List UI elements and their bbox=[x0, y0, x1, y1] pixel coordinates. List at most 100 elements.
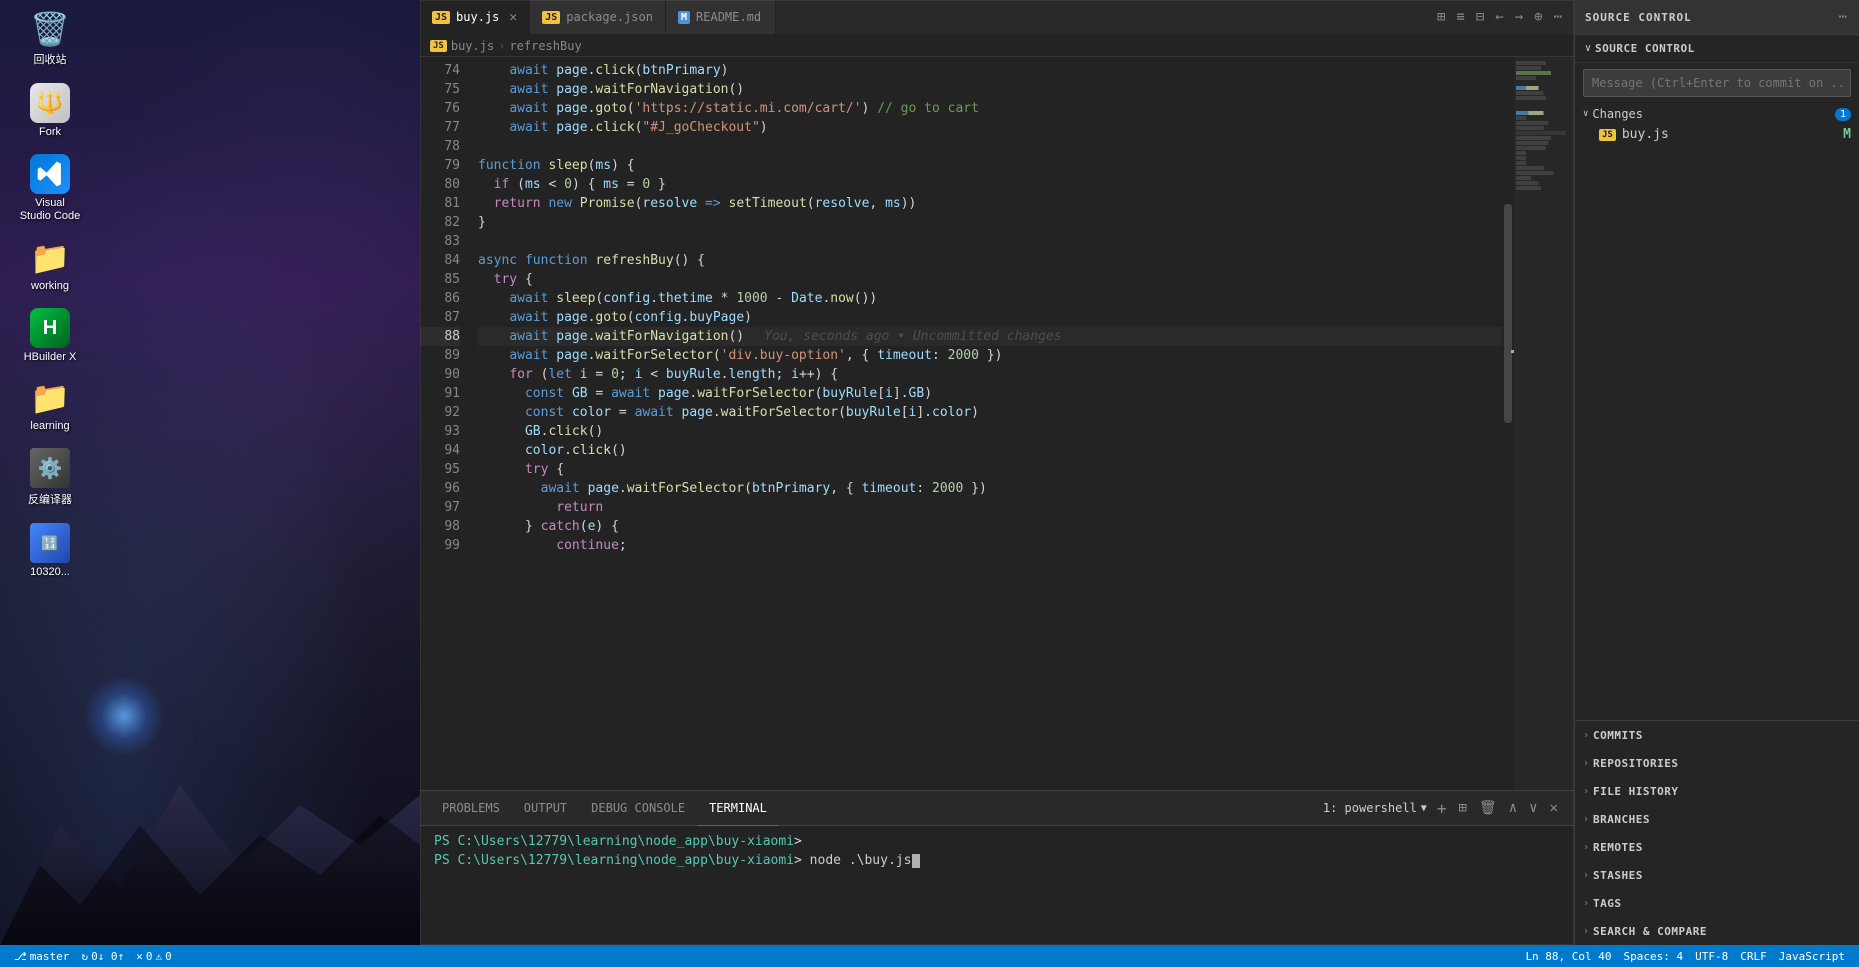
terminal-split-btn[interactable]: ⊞ bbox=[1452, 798, 1472, 818]
sc-message-input[interactable] bbox=[1584, 70, 1850, 96]
sc-section-tags[interactable]: › TAGS bbox=[1575, 889, 1859, 917]
tab-readme-md[interactable]: M README.md bbox=[666, 0, 776, 34]
sc-section-branches[interactable]: › BRANCHES bbox=[1575, 805, 1859, 833]
desktop-icon-label: 回收站 bbox=[34, 51, 67, 67]
status-line-ending[interactable]: CRLF bbox=[1734, 945, 1773, 967]
code-line-81: return new Promise(resolve => setTimeout… bbox=[478, 194, 1502, 213]
sc-changes-title: Changes bbox=[1592, 107, 1831, 121]
desktop-icon-number-label: 10320... bbox=[30, 566, 70, 578]
status-branch[interactable]: ⎇ master bbox=[8, 945, 75, 967]
sc-changes-header[interactable]: ∨ Changes 1 bbox=[1575, 103, 1859, 125]
collapse-icon[interactable]: ⊟ bbox=[1472, 7, 1488, 27]
desktop-icon-number[interactable]: 🔢 10320... bbox=[15, 523, 85, 578]
terminal-trash-btn[interactable]: 🗑 bbox=[1473, 798, 1503, 818]
desktop-icon-hbuilder-label: HBuilder X bbox=[24, 351, 77, 363]
open-changes-icon[interactable]: ⊕ bbox=[1530, 7, 1546, 27]
terminal-tab-bar: PROBLEMS OUTPUT DEBUG CONSOLE TERMINAL 1… bbox=[420, 791, 1574, 826]
tab-readme-md-icon: M bbox=[678, 11, 690, 24]
sc-section-remotes[interactable]: › REMOTES bbox=[1575, 833, 1859, 861]
source-control-panel: SOURCE CONTROL ⋯ ∨ SOURCE CONTROL ∨ Chan… bbox=[1574, 0, 1859, 945]
sc-filehistory-chevron: › bbox=[1583, 786, 1589, 797]
desktop-icon-learning[interactable]: 📁 learning bbox=[15, 379, 85, 432]
sc-message-box bbox=[1583, 69, 1851, 97]
terminal-session-selector[interactable]: 1: powershell ▼ bbox=[1323, 801, 1427, 815]
code-line-97: return bbox=[478, 498, 1502, 517]
code-line-85: try { bbox=[478, 270, 1502, 289]
terminal-maximize-btn[interactable]: ∨ bbox=[1523, 798, 1543, 818]
sc-subheader: ∨ SOURCE CONTROL bbox=[1575, 35, 1859, 63]
sc-repos-chevron: › bbox=[1583, 758, 1589, 769]
sc-section-commits[interactable]: › COMMITS bbox=[1575, 721, 1859, 749]
more-actions-icon[interactable]: ⋯ bbox=[1550, 7, 1566, 27]
git-branch-icon: ⎇ bbox=[14, 950, 27, 963]
code-line-92: const color = await page.waitForSelector… bbox=[478, 403, 1502, 422]
editor-scrollbar[interactable] bbox=[1502, 57, 1514, 790]
sc-branches-chevron: › bbox=[1583, 814, 1589, 825]
terminal-line-2: PS C:\Users\12779\learning\node_app\buy-… bbox=[434, 851, 1560, 870]
code-line-74: await page.click(btnPrimary) bbox=[478, 61, 1502, 80]
code-line-83 bbox=[478, 232, 1502, 251]
terminal-area: PROBLEMS OUTPUT DEBUG CONSOLE TERMINAL 1… bbox=[420, 790, 1574, 945]
sc-file-icon: JS bbox=[1599, 129, 1616, 141]
sc-tags-title: TAGS bbox=[1593, 897, 1622, 910]
warning-icon: ⚠ bbox=[155, 950, 162, 963]
sc-file-name: buy.js bbox=[1622, 127, 1837, 142]
sc-more-icon[interactable]: ⋯ bbox=[1837, 7, 1849, 27]
terminal-tab-problems[interactable]: PROBLEMS bbox=[430, 791, 512, 826]
tab-package-json[interactable]: JS package.json bbox=[530, 0, 666, 34]
code-line-96: await page.waitForSelector(btnPrimary, {… bbox=[478, 479, 1502, 498]
sc-section-stashes[interactable]: › STASHES bbox=[1575, 861, 1859, 889]
code-line-93: GB.click() bbox=[478, 422, 1502, 441]
code-line-91: const GB = await page.waitForSelector(bu… bbox=[478, 384, 1502, 403]
code-line-75: await page.waitForNavigation() bbox=[478, 80, 1502, 99]
terminal-close-btn[interactable]: ✕ bbox=[1544, 798, 1564, 818]
status-encoding[interactable]: UTF-8 bbox=[1689, 945, 1734, 967]
code-editor[interactable]: await page.click(btnPrimary) await page.… bbox=[470, 57, 1502, 790]
status-language[interactable]: JavaScript bbox=[1773, 945, 1851, 967]
sc-searchcompare-chevron: › bbox=[1583, 926, 1589, 937]
sc-commits-title: COMMITS bbox=[1593, 729, 1643, 742]
terminal-add-btn[interactable]: + bbox=[1431, 797, 1453, 820]
desktop-icon-vscode-label: VisualStudio Code bbox=[20, 197, 81, 223]
status-position[interactable]: Ln 88, Col 40 bbox=[1519, 945, 1617, 967]
tab-buy-js-close[interactable]: ✕ bbox=[509, 10, 517, 25]
sc-section-search-compare[interactable]: › SEARCH & COMPARE bbox=[1575, 917, 1859, 945]
navigate-forward-icon[interactable]: → bbox=[1511, 7, 1527, 27]
breadcrumb-toggle-icon[interactable]: ≡ bbox=[1452, 7, 1468, 27]
desktop-icon-recycle[interactable]: 🗑️ 回收站 bbox=[15, 10, 85, 67]
tab-buy-js[interactable]: JS buy.js ✕ bbox=[420, 0, 530, 34]
sc-repos-title: REPOSITORIES bbox=[1593, 757, 1678, 770]
sc-file-item-buy-js[interactable]: JS buy.js M bbox=[1575, 125, 1859, 144]
desktop-icons-container: 🗑️ 回收站 🔱 Fork VisualStudio Code 📁 workin… bbox=[0, 0, 420, 588]
line-numbers: 7475767778 7980818283 84858687 88 899091… bbox=[420, 57, 470, 790]
sc-searchcompare-title: SEARCH & COMPARE bbox=[1593, 925, 1707, 938]
desktop-icon-hbuilder[interactable]: H HBuilder X bbox=[15, 308, 85, 363]
editor-toolbar-right: ⊞ ≡ ⊟ ← → ⊕ ⋯ bbox=[1433, 0, 1574, 34]
desktop-icon-working[interactable]: 📁 working bbox=[15, 239, 85, 292]
desktop-icon-fork-label: Fork bbox=[39, 126, 61, 138]
tab-package-json-label: package.json bbox=[566, 10, 653, 24]
terminal-content[interactable]: PS C:\Users\12779\learning\node_app\buy-… bbox=[420, 826, 1574, 945]
desktop-icon-vscode[interactable]: VisualStudio Code bbox=[15, 154, 85, 223]
desktop-icon-fork[interactable]: 🔱 Fork bbox=[15, 83, 85, 138]
code-line-79: function sleep(ms) { bbox=[478, 156, 1502, 175]
terminal-tab-output[interactable]: OUTPUT bbox=[512, 791, 579, 826]
sc-title: SOURCE CONTROL bbox=[1585, 11, 1692, 24]
status-errors[interactable]: ✕ 0 ⚠ 0 bbox=[130, 945, 178, 967]
split-editor-icon[interactable]: ⊞ bbox=[1433, 7, 1449, 27]
sc-stashes-chevron: › bbox=[1583, 870, 1589, 881]
sc-section-repositories[interactable]: › REPOSITORIES bbox=[1575, 749, 1859, 777]
breadcrumb-file[interactable]: buy.js bbox=[451, 39, 494, 53]
code-line-82: } bbox=[478, 213, 1502, 232]
terminal-tab-terminal[interactable]: TERMINAL bbox=[697, 791, 779, 826]
breadcrumb-function[interactable]: refreshBuy bbox=[509, 39, 581, 53]
terminal-tab-debug[interactable]: DEBUG CONSOLE bbox=[579, 791, 697, 826]
navigate-back-icon[interactable]: ← bbox=[1491, 7, 1507, 27]
terminal-minimize-btn[interactable]: ∧ bbox=[1503, 798, 1523, 818]
status-sync[interactable]: ↻ 0↓ 0↑ bbox=[75, 945, 130, 967]
desktop-icon-translate[interactable]: ⚙️ 反编译器 bbox=[15, 448, 85, 507]
breadcrumb-file-icon: JS bbox=[430, 40, 447, 52]
tab-readme-md-label: README.md bbox=[696, 10, 761, 24]
status-spaces[interactable]: Spaces: 4 bbox=[1618, 945, 1690, 967]
sc-section-file-history[interactable]: › FILE HISTORY bbox=[1575, 777, 1859, 805]
